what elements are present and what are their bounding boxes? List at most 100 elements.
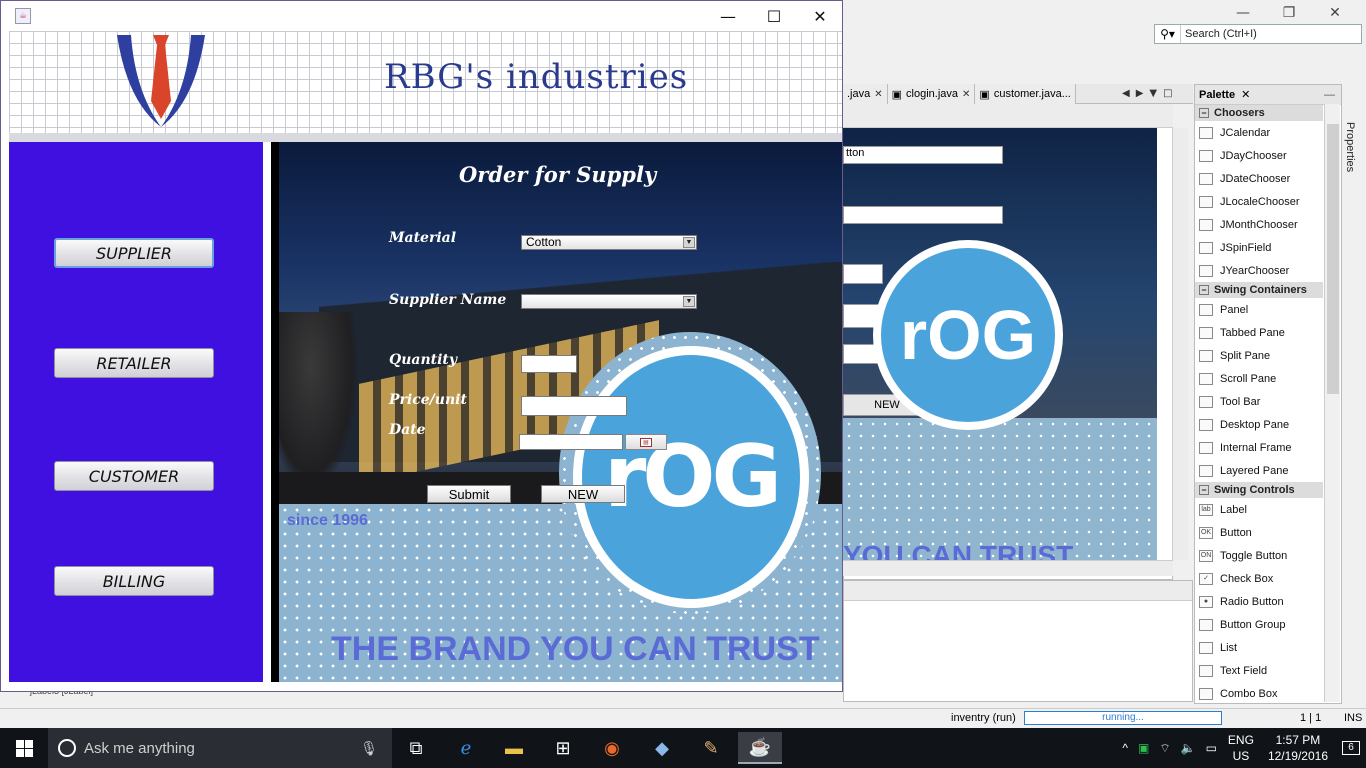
clock[interactable]: 1:57 PM 12/19/2016 xyxy=(1260,732,1336,764)
tree-silhouette xyxy=(279,312,359,492)
palette-item[interactable]: Scroll Pane xyxy=(1195,367,1341,390)
palette-item[interactable]: Text Field xyxy=(1195,659,1341,682)
preview-field[interactable] xyxy=(843,264,883,284)
palette-item[interactable]: Button Group xyxy=(1195,613,1341,636)
maximize-icon[interactable]: ☐ xyxy=(751,1,797,31)
editor-tab[interactable]: ▣ clogin.java ✕ xyxy=(887,84,976,104)
date-field[interactable] xyxy=(519,434,623,450)
collapse-icon[interactable]: − xyxy=(1199,108,1209,118)
tagline: THE BRAND YOU CAN TRUST xyxy=(331,630,820,668)
tab-list-icon[interactable]: ▼ xyxy=(1149,88,1157,99)
editor-tab[interactable]: .java ✕ xyxy=(843,84,888,104)
palette-item[interactable]: JDayChooser xyxy=(1195,144,1341,167)
palette-item[interactable]: JSpinField xyxy=(1195,236,1341,259)
output-panel-header xyxy=(844,581,1192,601)
minimize-icon[interactable]: — xyxy=(1324,89,1335,101)
ide-close-icon[interactable]: ✕ xyxy=(1312,2,1358,24)
collapse-icon[interactable]: − xyxy=(1199,285,1209,295)
design-hscrollbar[interactable] xyxy=(843,560,1173,576)
maximize-icon[interactable]: □ xyxy=(1163,88,1172,99)
palette-title[interactable]: Palette xyxy=(1199,89,1235,101)
store-icon[interactable]: ⊞ xyxy=(541,732,585,764)
firefox-icon[interactable]: ◉ xyxy=(590,732,634,764)
cortana-search[interactable]: Ask me anything 🎙 xyxy=(48,728,392,768)
supplier-name-combo[interactable]: ▼ xyxy=(521,294,697,309)
palette-item[interactable]: List xyxy=(1195,636,1341,659)
volume-icon[interactable]: 🔈 xyxy=(1176,741,1201,755)
retailer-button[interactable]: RETAILER xyxy=(54,348,214,378)
cube-app-icon[interactable]: ◆ xyxy=(640,732,684,764)
java-app-icon[interactable]: ☕ xyxy=(738,732,782,764)
palette-category[interactable]: − Swing Containers xyxy=(1195,282,1341,298)
palette-item[interactable]: Tool Bar xyxy=(1195,390,1341,413)
palette-item[interactable]: Panel xyxy=(1195,298,1341,321)
palette-item[interactable]: Desktop Pane xyxy=(1195,413,1341,436)
edge-icon[interactable]: ℯ xyxy=(444,732,488,764)
palette-item[interactable]: Internal Frame xyxy=(1195,436,1341,459)
ide-window-controls: — ❐ ✕ xyxy=(1220,2,1358,24)
palette-item[interactable]: JDateChooser xyxy=(1195,167,1341,190)
battery-icon[interactable]: ▭ xyxy=(1201,741,1222,755)
ide-minimize-icon[interactable]: — xyxy=(1220,2,1266,24)
palette-item[interactable]: JYearChooser xyxy=(1195,259,1341,282)
palette-item[interactable]: JLocaleChooser xyxy=(1195,190,1341,213)
material-combo[interactable]: Cotton ▼ xyxy=(521,235,697,250)
design-vscrollbar[interactable] xyxy=(1172,128,1188,560)
task-view-icon[interactable]: ⧉ xyxy=(394,732,438,764)
palette-category[interactable]: − Choosers xyxy=(1195,105,1341,121)
editor-tab[interactable]: ▣ customer.java... xyxy=(975,84,1076,104)
billing-button[interactable]: BILLING xyxy=(54,566,214,596)
action-center-button[interactable]: 6 xyxy=(1336,728,1366,768)
close-icon[interactable]: ✕ xyxy=(962,89,970,100)
new-button[interactable]: NEW xyxy=(541,485,625,503)
chevron-down-icon[interactable]: ▼ xyxy=(683,296,695,307)
close-icon[interactable]: ✕ xyxy=(874,89,882,100)
palette-item[interactable]: JCalendar xyxy=(1195,121,1341,144)
palette-item[interactable]: JMonthChooser xyxy=(1195,213,1341,236)
minimize-icon[interactable]: — xyxy=(705,1,751,31)
ide-restore-icon[interactable]: ❐ xyxy=(1266,2,1312,24)
palette-item[interactable]: Combo Box xyxy=(1195,682,1341,705)
wifi-icon[interactable]: ⌔ xyxy=(1154,741,1175,756)
chevron-down-icon[interactable]: ▼ xyxy=(683,237,695,248)
ide-search-box[interactable]: ⚲▾ Search (Ctrl+I) xyxy=(1154,24,1362,44)
quantity-field[interactable] xyxy=(521,355,577,373)
collapse-icon[interactable]: − xyxy=(1199,485,1209,495)
preview-combo[interactable] xyxy=(843,206,1003,224)
submit-button[interactable]: Submit xyxy=(427,485,511,503)
palette-item[interactable]: lab Label xyxy=(1195,498,1341,521)
palette-category[interactable]: − Swing Controls xyxy=(1195,482,1341,498)
palette-item[interactable]: OK Button xyxy=(1195,521,1341,544)
palette-scrollbar[interactable] xyxy=(1324,104,1340,702)
palette-item[interactable]: Layered Pane xyxy=(1195,459,1341,482)
scrollbar-thumb[interactable] xyxy=(1327,124,1339,394)
supplier-button[interactable]: SUPPLIER xyxy=(54,238,214,268)
customer-button[interactable]: CUSTOMER xyxy=(54,461,214,491)
palette-item[interactable]: ✓ Check Box xyxy=(1195,567,1341,590)
locale-icon xyxy=(1199,195,1213,208)
close-icon[interactable]: ✕ xyxy=(797,1,843,31)
paint-icon[interactable]: ✎ xyxy=(689,732,733,764)
show-hidden-icons-icon[interactable]: ^ xyxy=(1117,741,1133,755)
preview-combo[interactable]: tton xyxy=(843,146,1003,164)
microphone-icon[interactable]: 🎙 xyxy=(360,740,378,757)
palette-item[interactable]: ● Radio Button xyxy=(1195,590,1341,613)
palette-item[interactable]: Split Pane xyxy=(1195,344,1341,367)
label-icon: lab xyxy=(1199,503,1213,516)
palette-item[interactable]: ON Toggle Button xyxy=(1195,544,1341,567)
start-button[interactable] xyxy=(0,728,48,768)
tab-left-icon[interactable]: ◀ xyxy=(1122,88,1130,99)
editor-tab-label: .java xyxy=(847,88,871,100)
app-tray-icon[interactable]: ▣ xyxy=(1133,741,1154,755)
close-icon[interactable]: ✕ xyxy=(1241,88,1250,101)
properties-side-tab[interactable]: Properties xyxy=(1344,104,1364,204)
calendar-button[interactable]: ▤ xyxy=(625,434,667,450)
file-explorer-icon[interactable]: ▬ xyxy=(492,732,536,764)
palette-item[interactable]: Tabbed Pane xyxy=(1195,321,1341,344)
language-indicator[interactable]: ENG US xyxy=(1222,732,1260,764)
search-icon[interactable]: ⚲▾ xyxy=(1155,25,1181,43)
palette-header: Palette ✕ — xyxy=(1195,85,1341,105)
price-unit-field[interactable] xyxy=(521,396,627,416)
tab-right-icon[interactable]: ▶ xyxy=(1136,88,1144,99)
ide-search-input[interactable]: Search (Ctrl+I) xyxy=(1181,28,1257,40)
